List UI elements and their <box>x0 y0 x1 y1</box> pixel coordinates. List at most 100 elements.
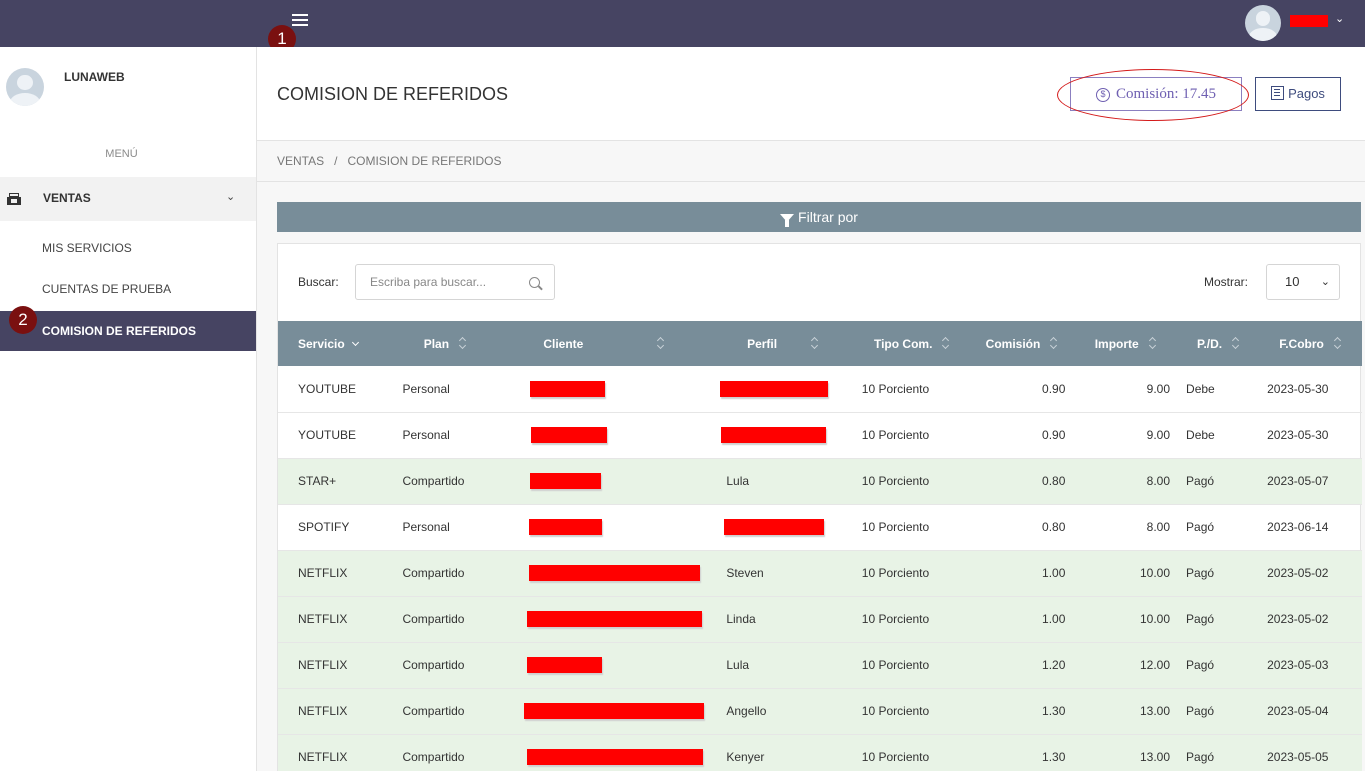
cell-tipo: 10 Porciento <box>861 612 930 626</box>
cell-servicio: NETFLIX <box>298 704 348 718</box>
column-header-servicio[interactable]: Servicio <box>278 321 394 366</box>
cell-pd: Pagó <box>1186 474 1215 488</box>
page-size-value: 10 <box>1285 274 1300 289</box>
column-header-perfil[interactable]: Perfil <box>712 321 853 366</box>
cell-perfil <box>712 366 853 412</box>
hamburger-menu-icon[interactable] <box>292 14 308 28</box>
cell-perfil: Angello <box>726 704 767 718</box>
cell-pd: Pagó <box>1186 658 1215 672</box>
redacted-client <box>527 611 703 627</box>
cell-importe: 12.00 <box>1140 658 1171 672</box>
receipt-icon <box>1271 86 1285 100</box>
pagos-button[interactable]: Pagos <box>1255 77 1341 111</box>
cell-plan: Personal <box>402 520 450 534</box>
redacted-username[interactable] <box>1290 15 1328 27</box>
table-row: NETFLIX Compartido Linda 10 Porciento 1.… <box>278 596 1362 642</box>
sidebar-item-cuentas-de-prueba[interactable]: CUENTAS DE PRUEBA <box>0 269 256 309</box>
sidebar-section-ventas[interactable]: VENTAS ⌄ <box>0 177 256 221</box>
cell-cliente <box>496 412 712 458</box>
cell-pd: Pagó <box>1186 612 1215 626</box>
cell-perfil <box>712 412 853 458</box>
sidebar-item-mis-servicios[interactable]: MIS SERVICIOS <box>0 228 256 268</box>
cell-importe: 10.00 <box>1140 566 1171 580</box>
page-size-select[interactable]: 10 ⌄ <box>1266 264 1340 300</box>
sort-icon <box>811 337 819 349</box>
cell-comision: 1.20 <box>1042 658 1066 672</box>
chevron-down-icon: ⌄ <box>226 191 236 203</box>
page-title: COMISION DE REFERIDOS <box>277 84 509 104</box>
redacted-client <box>529 519 603 535</box>
comision-button[interactable]: $ Comisión: 17.45 <box>1070 77 1242 111</box>
column-header-comision[interactable]: Comisión <box>971 321 1074 366</box>
cell-perfil: Steven <box>726 566 764 580</box>
referral-commission-table: Servicio Plan Cliente Perfil Tipo Com. C… <box>278 321 1362 771</box>
sort-icon <box>1050 337 1058 349</box>
filter-toggle[interactable]: Filtrar por <box>277 202 1361 232</box>
cell-pd: Debe <box>1186 428 1215 442</box>
table-row: YOUTUBE Personal 10 Porciento 0.90 9.00 … <box>278 366 1362 412</box>
redacted-client <box>524 703 705 719</box>
page-header: COMISION DE REFERIDOS $ Comisión: 17.45 P… <box>257 47 1365 141</box>
breadcrumb: VENTAS / COMISION DE REFERIDOS <box>277 154 501 168</box>
cell-pd: Debe <box>1186 381 1215 396</box>
cash-register-icon <box>7 193 21 205</box>
cell-servicio: NETFLIX <box>298 566 348 580</box>
breadcrumb-root[interactable]: VENTAS <box>277 154 324 168</box>
cell-pd: Pagó <box>1186 750 1215 764</box>
table-header-row: Servicio Plan Cliente Perfil Tipo Com. C… <box>278 321 1362 366</box>
cell-pd: Pagó <box>1186 566 1215 580</box>
cell-importe: 8.00 <box>1146 520 1171 534</box>
sort-icon <box>1149 337 1157 349</box>
cell-importe: 9.00 <box>1146 381 1171 396</box>
cell-plan: Compartido <box>402 566 465 580</box>
search-input[interactable] <box>355 264 555 300</box>
column-header-cliente[interactable]: Cliente <box>496 321 712 366</box>
cell-plan: Compartido <box>402 474 465 488</box>
cell-importe: 8.00 <box>1146 474 1171 488</box>
column-header-tipo-com[interactable]: Tipo Com. <box>854 321 971 366</box>
chevron-down-icon[interactable]: ⌄ <box>1335 12 1344 25</box>
column-header-fcobro[interactable]: F.Cobro <box>1259 321 1362 366</box>
cell-pd: Pagó <box>1186 704 1215 718</box>
cell-cliente <box>496 504 712 550</box>
sort-icon <box>1232 337 1240 349</box>
sort-icon <box>657 337 665 349</box>
redacted-profile <box>724 519 825 535</box>
cell-perfil: Linda <box>726 612 756 626</box>
cell-importe: 13.00 <box>1140 750 1171 764</box>
breadcrumb-current: COMISION DE REFERIDOS <box>347 154 502 168</box>
cell-fcobro: 2023-05-02 <box>1267 612 1329 626</box>
cell-importe: 13.00 <box>1140 704 1171 718</box>
cell-tipo: 10 Porciento <box>861 704 930 718</box>
column-header-pd[interactable]: P./D. <box>1178 321 1259 366</box>
sidebar-section-label: VENTAS <box>43 191 91 205</box>
table-row: NETFLIX Compartido Lula 10 Porciento 1.2… <box>278 642 1362 688</box>
cell-tipo: 10 Porciento <box>861 566 930 580</box>
cell-fcobro: 2023-05-03 <box>1267 658 1329 672</box>
cell-plan: Compartido <box>402 658 465 672</box>
table-row: SPOTIFY Personal 10 Porciento 0.80 8.00 … <box>278 504 1362 550</box>
table-row: YOUTUBE Personal 10 Porciento 0.90 9.00 … <box>278 412 1362 458</box>
sort-icon <box>459 337 467 349</box>
chevron-down-icon: ⌄ <box>1320 276 1330 288</box>
cell-fcobro: 2023-05-30 <box>1267 381 1329 396</box>
cell-servicio: NETFLIX <box>298 612 348 626</box>
cell-plan: Personal <box>402 381 450 396</box>
cell-plan: Compartido <box>402 750 465 764</box>
table-row: STAR+ Compartido Lula 10 Porciento 0.80 … <box>278 458 1362 504</box>
column-header-plan[interactable]: Plan <box>394 321 496 366</box>
cell-tipo: 10 Porciento <box>861 658 930 672</box>
column-header-importe[interactable]: Importe <box>1073 321 1178 366</box>
sidebar-username: LUNAWEB <box>64 70 125 84</box>
user-avatar[interactable] <box>1245 5 1281 41</box>
cell-tipo: 10 Porciento <box>861 428 930 442</box>
sidebar-avatar <box>6 68 44 106</box>
cell-servicio: SPOTIFY <box>298 520 350 534</box>
redacted-client <box>529 565 701 581</box>
cell-comision: 0.80 <box>1042 474 1066 488</box>
cell-comision: 1.00 <box>1042 566 1066 580</box>
cell-tipo: 10 Porciento <box>861 750 930 764</box>
cell-cliente <box>496 458 712 504</box>
sidebar-item-comision-de-referidos[interactable]: COMISION DE REFERIDOS <box>0 311 256 351</box>
cell-comision: 1.30 <box>1042 704 1066 718</box>
